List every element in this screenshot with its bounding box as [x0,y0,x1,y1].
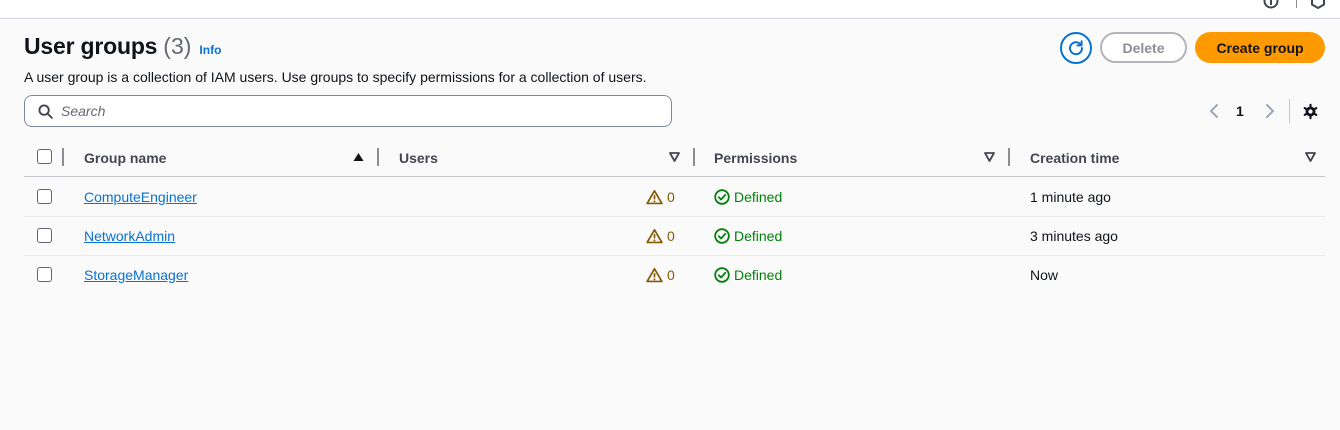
column-header-creation-time[interactable]: Creation time [1030,150,1119,166]
previous-page-icon[interactable] [1207,103,1221,119]
column-divider [377,148,379,166]
column-divider [693,148,695,166]
creation-time: 3 minutes ago [1030,228,1118,244]
search-icon [38,104,53,119]
page-description: A user group is a collection of IAM user… [24,69,647,85]
success-check-icon [714,189,730,205]
create-group-button[interactable]: Create group [1195,32,1325,63]
creation-time: Now [1030,267,1059,283]
users-count: 0 [667,189,675,205]
top-bar [0,0,1340,19]
current-page-number[interactable]: 1 [1236,103,1244,119]
users-cell: 0 [646,228,675,244]
table-row: NetworkAdmin 0 Defined 3 minutes ago [24,217,1325,256]
sort-ascending-icon[interactable] [353,152,364,162]
row-checkbox[interactable] [37,267,52,282]
permissions-cell: Defined [714,267,782,283]
pagination-divider [1289,99,1290,123]
gear-icon[interactable] [1302,103,1319,120]
group-name-link[interactable]: StorageManager [84,267,188,283]
sort-icon[interactable] [984,152,995,162]
group-count: (3) [163,33,192,59]
users-cell: 0 [646,267,675,283]
select-all-checkbox[interactable] [37,149,52,164]
users-count: 0 [667,228,675,244]
warning-icon [646,268,663,283]
column-divider [62,148,64,166]
row-checkbox[interactable] [37,228,52,243]
users-count: 0 [667,267,675,283]
table-header: Group name Users Permissions Creation ti… [24,142,1325,177]
permissions-cell: Defined [714,189,782,205]
success-check-icon [714,267,730,283]
page-header: User groups (3) Info [24,33,221,60]
group-name-link[interactable]: ComputeEngineer [84,189,197,205]
info-link[interactable]: Info [199,43,221,57]
column-header-permissions[interactable]: Permissions [714,150,797,166]
column-header-users[interactable]: Users [399,150,438,166]
search-field[interactable] [24,95,672,127]
refresh-icon [1069,40,1084,56]
next-page-icon[interactable] [1263,103,1277,119]
page-title: User groups [24,33,158,59]
warning-icon [646,190,663,205]
permissions-status: Defined [734,267,783,283]
column-header-group-name[interactable]: Group name [84,150,166,166]
sort-icon[interactable] [669,152,680,162]
permissions-cell: Defined [714,228,782,244]
settings-gear-icon[interactable] [1310,0,1326,9]
warning-icon [646,229,663,244]
users-cell: 0 [646,189,675,205]
success-check-icon [714,228,730,244]
permissions-status: Defined [734,189,783,205]
sort-icon[interactable] [1305,152,1316,162]
column-divider [1008,148,1010,166]
refresh-button[interactable] [1060,32,1092,64]
permissions-status: Defined [734,228,783,244]
group-name-link[interactable]: NetworkAdmin [84,228,175,244]
table-row: ComputeEngineer 0 Defined 1 minute ago [24,178,1325,217]
search-input[interactable] [61,97,661,125]
delete-button[interactable]: Delete [1100,32,1187,63]
creation-time: 1 minute ago [1030,189,1111,205]
table-row: StorageManager 0 Defined Now [24,256,1325,295]
top-bar-divider [1296,0,1297,8]
row-checkbox[interactable] [37,189,52,204]
info-circle-icon[interactable] [1263,0,1279,9]
